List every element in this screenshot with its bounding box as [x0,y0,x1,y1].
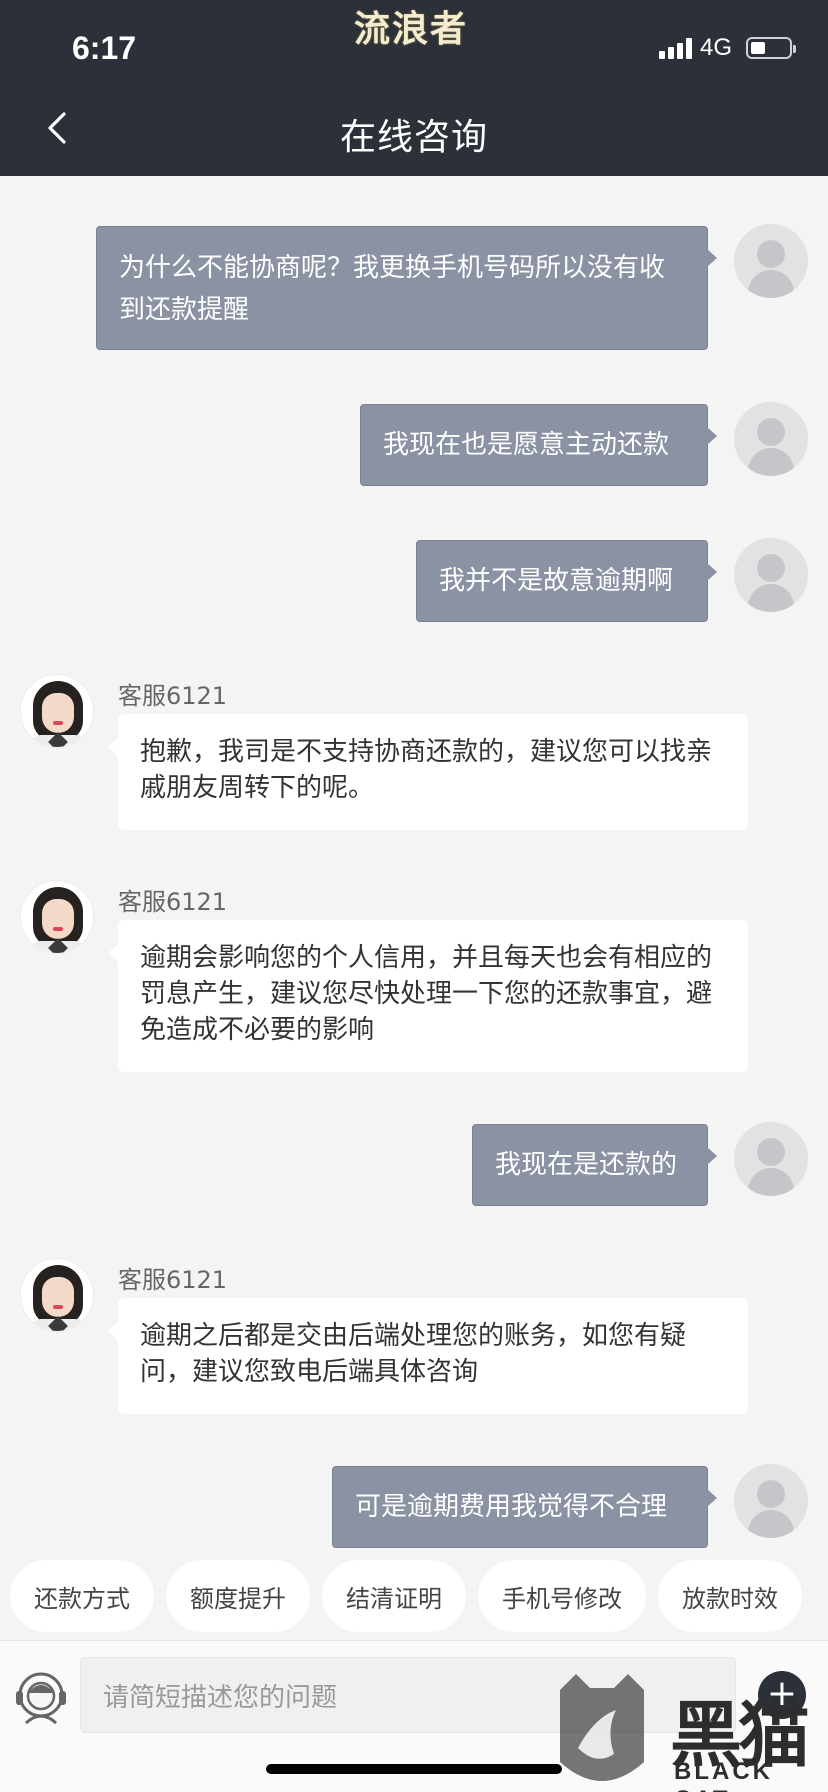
user-message-bubble: 为什么不能协商呢？我更换手机号码所以没有收到还款提醒 [96,226,717,350]
agent-avatar [20,674,94,748]
user-message-bubble: 我现在也是愿意主动还款 [360,404,717,486]
battery-icon [746,37,796,59]
agent-avatar [20,1258,94,1332]
message-text: 可是逾期费用我觉得不合理 [355,1492,668,1522]
user-avatar [734,402,808,476]
message-text: 逾期之后都是交由后端处理您的账务，如您有疑问，建议您致电后端具体咨询 [140,1321,687,1387]
user-avatar [734,1122,808,1196]
user-message-bubble: 可是逾期费用我觉得不合理 [332,1466,717,1548]
message-text: 逾期会影响您的个人信用，并且每天也会有相应的罚息产生，建议您尽快处理一下您的还款… [140,943,713,1045]
message-text: 抱歉，我司是不支持协商还款的，建议您可以找亲戚朋友周转下的呢。 [140,737,713,803]
status-time: 6:17 [72,30,137,66]
nav-header: 6:17 流浪者 4G 在线咨询 [0,0,828,176]
quick-reply-disbursement-time[interactable]: 放款时效 [658,1560,802,1632]
agent-name: 客服6121 [118,682,228,710]
quick-reply-phone-change[interactable]: 手机号修改 [478,1560,646,1632]
user-avatar [734,538,808,612]
user-message-bubble: 我现在是还款的 [472,1124,717,1206]
message-text: 我现在也是愿意主动还款 [383,430,670,460]
agent-message-bubble: 逾期会影响您的个人信用，并且每天也会有相应的罚息产生，建议您尽快处理一下您的还款… [108,920,748,1072]
user-avatar [734,1464,808,1538]
agent-message-bubble: 逾期之后都是交由后端处理您的账务，如您有疑问，建议您致电后端具体咨询 [108,1298,748,1414]
signal-icon [658,37,692,59]
network-type: 4G [699,34,732,61]
agent-name: 客服6121 [118,1266,228,1294]
message-text: 我现在是还款的 [495,1150,678,1180]
watermark-text: 流浪者 [354,9,469,50]
message-text: 为什么不能协商呢？我更换手机号码所以没有收到还款提醒 [119,253,666,325]
agent-avatar [20,880,94,954]
quick-reply-limit-increase[interactable]: 额度提升 [166,1560,310,1632]
status-indicators: 4G [658,34,796,62]
customer-service-icon[interactable] [10,1665,72,1727]
message-text: 我并不是故意逾期啊 [439,566,674,596]
home-indicator[interactable] [266,1764,562,1774]
input-placeholder: 请简短描述您的问题 [103,1682,338,1713]
watermark-brand-en: BLACK CAT [674,1758,773,1792]
page-title: 在线咨询 [339,117,488,158]
quick-reply-settlement-proof[interactable]: 结清证明 [322,1560,466,1632]
user-avatar [734,224,808,298]
quick-reply-repayment-method[interactable]: 还款方式 [10,1560,154,1632]
agent-name: 客服6121 [118,888,228,916]
user-message-bubble: 我并不是故意逾期啊 [416,540,717,622]
agent-message-bubble: 抱歉，我司是不支持协商还款的，建议您可以找亲戚朋友周转下的呢。 [108,714,748,830]
